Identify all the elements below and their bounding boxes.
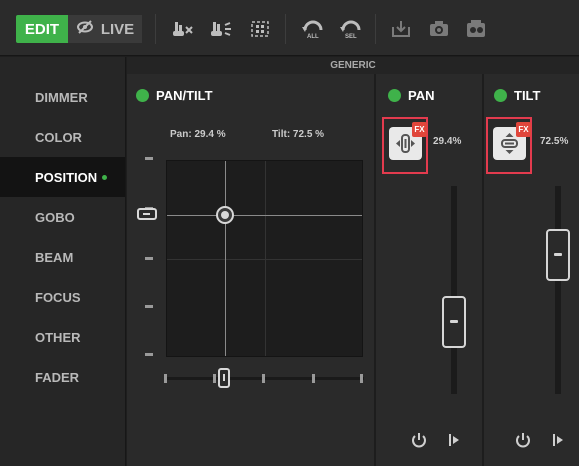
pantilt-title: PAN/TILT	[136, 88, 213, 103]
play-icon[interactable]	[549, 430, 569, 450]
tilt-arrows-icon	[493, 133, 526, 164]
power-icon[interactable]	[409, 430, 429, 450]
snapshot-icon[interactable]	[424, 15, 454, 43]
undo-selected-icon[interactable]: SEL	[336, 15, 366, 43]
fixture-library-icon[interactable]	[461, 15, 491, 43]
sidebar-item-label: COLOR	[35, 129, 82, 145]
toolbar-divider	[285, 14, 286, 44]
tilt-rail-handle[interactable]	[137, 208, 157, 221]
edit-mode-button[interactable]: EDIT	[16, 15, 68, 43]
sidebar-item-dimmer[interactable]: DIMMER	[0, 77, 125, 117]
rail-tick	[213, 374, 216, 383]
sidebar-item-position[interactable]: POSITION	[0, 157, 125, 197]
crosshair-vertical	[224, 161, 226, 356]
grid-icon[interactable]	[245, 15, 275, 43]
tilt-value: 72.5%	[540, 136, 569, 147]
pan-value: 29.4%	[433, 136, 462, 147]
pan-fx-button[interactable]: FX	[389, 122, 427, 160]
toolbar-divider	[375, 14, 376, 44]
pan-title-label: PAN	[408, 88, 435, 103]
tilt-title-label: TILT	[514, 88, 541, 103]
sidebar-item-label: FOCUS	[35, 289, 81, 305]
sidebar-item-gobo[interactable]: GOBO	[0, 197, 125, 237]
pantilt-xy-pad[interactable]	[166, 160, 363, 357]
rail-tick	[145, 353, 153, 356]
tilt-fx-highlight: FX	[486, 117, 532, 174]
active-indicator-dot	[102, 174, 108, 180]
crosshair-horizontal	[167, 215, 362, 217]
highlight-icon[interactable]	[206, 15, 236, 43]
play-icon[interactable]	[445, 430, 465, 450]
edit-label: EDIT	[24, 20, 60, 38]
sidebar-item-label: FADER	[35, 369, 80, 385]
rail-tick	[164, 374, 167, 383]
pantilt-handle[interactable]	[215, 206, 234, 225]
rail-tick	[145, 305, 153, 308]
sidebar-item-color[interactable]: COLOR	[0, 117, 125, 157]
pan-fader-handle[interactable]	[442, 296, 466, 349]
pan-fader-track[interactable]	[451, 186, 457, 394]
visibility-off-icon	[76, 20, 94, 38]
rail-tick	[312, 374, 315, 383]
pan-readout: Pan: 29.4 %	[170, 129, 226, 140]
tilt-fader-track[interactable]	[555, 186, 561, 394]
grid-line	[167, 259, 362, 260]
sidebar-item-fader[interactable]: FADER	[0, 357, 125, 397]
pan-fx-highlight: FX	[382, 117, 428, 174]
fx-badge: FX	[412, 122, 427, 137]
pan-title: PAN	[388, 88, 434, 103]
tilt-title: TILT	[494, 88, 540, 103]
svg-text:SEL: SEL	[345, 34, 357, 39]
status-dot	[136, 89, 149, 102]
tilt-fx-button[interactable]: FX	[493, 122, 531, 160]
sidebar-item-label: BEAM	[35, 249, 74, 265]
rail-tick	[145, 157, 153, 160]
power-icon[interactable]	[513, 430, 533, 450]
toolbar-divider	[155, 14, 156, 44]
clear-selection-icon[interactable]	[168, 15, 198, 43]
sidebar-item-label: POSITION	[35, 169, 98, 185]
rail-tick	[360, 374, 363, 383]
pan-rail-handle[interactable]	[217, 368, 230, 388]
live-label: LIVE	[100, 20, 135, 38]
column-divider	[374, 74, 376, 466]
tilt-rail[interactable]	[145, 157, 153, 357]
svg-text:ALL: ALL	[307, 34, 319, 39]
status-dot	[494, 89, 507, 102]
undo-all-icon[interactable]: ALL	[298, 15, 328, 43]
pan-arrows-icon	[389, 134, 422, 164]
fx-badge: FX	[516, 122, 531, 137]
pantilt-title-label: PAN/TILT	[156, 88, 213, 103]
status-dot	[388, 89, 401, 102]
toolbar: EDIT LIVE ALL SEL	[0, 0, 579, 56]
sidebar-item-label: DIMMER	[35, 89, 88, 105]
feature-sidebar: DIMMER COLOR POSITION GOBO BEAM FOCUS OT…	[0, 57, 126, 466]
tilt-fader-handle[interactable]	[546, 228, 570, 281]
column-divider	[482, 74, 484, 466]
rail-tick	[145, 257, 153, 260]
sidebar-item-label: OTHER	[35, 329, 81, 345]
group-header: GENERIC	[127, 57, 579, 74]
rail-tick	[262, 374, 265, 383]
sidebar-item-label: GOBO	[35, 209, 75, 225]
pan-rail[interactable]	[164, 374, 364, 384]
store-icon[interactable]	[386, 15, 416, 43]
tilt-readout: Tilt: 72.5 %	[272, 129, 325, 140]
sidebar-item-beam[interactable]: BEAM	[0, 237, 125, 277]
sidebar-item-focus[interactable]: FOCUS	[0, 277, 125, 317]
live-mode-button[interactable]: LIVE	[68, 15, 142, 43]
sidebar-item-other[interactable]: OTHER	[0, 317, 125, 357]
